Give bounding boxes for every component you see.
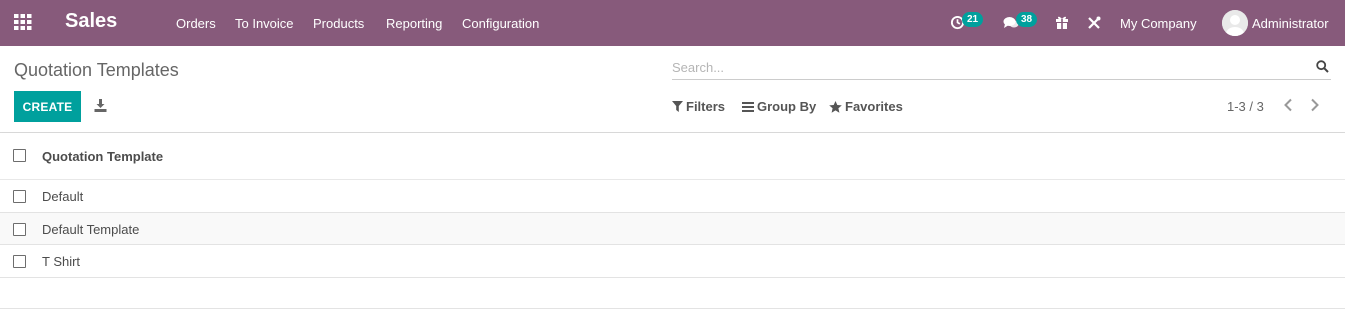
table-row[interactable]: Default Template — [0, 212, 1345, 245]
download-icon[interactable] — [94, 99, 107, 115]
search-icon[interactable] — [1316, 60, 1329, 76]
row-name-cell[interactable]: Default — [42, 189, 83, 204]
messages-count-badge: 38 — [1016, 12, 1038, 27]
gift-icon[interactable] — [1055, 15, 1069, 32]
row-name-cell[interactable]: Default Template — [42, 222, 139, 237]
list-bars-icon — [742, 101, 754, 112]
list-header: Quotation Template — [0, 133, 1345, 180]
row-checkbox[interactable] — [13, 190, 26, 203]
filters-button[interactable]: Filters — [672, 99, 725, 114]
row-checkbox[interactable] — [13, 255, 26, 268]
grid-icon[interactable] — [14, 14, 32, 30]
menu-to-invoice[interactable]: To Invoice — [235, 16, 294, 31]
chevron-right-icon[interactable] — [1309, 98, 1321, 115]
star-icon — [829, 100, 842, 113]
group-by-label: Group By — [757, 99, 817, 114]
activity-count-badge: 21 — [962, 12, 984, 27]
debug-tools-icon[interactable] — [1087, 16, 1101, 33]
pager-value[interactable]: 1-3 / 3 — [1227, 99, 1264, 114]
group-by-button[interactable]: Group By — [742, 99, 816, 114]
company-switcher[interactable]: My Company — [1120, 16, 1197, 31]
search-input[interactable] — [672, 58, 1302, 76]
user-menu[interactable]: Administrator — [1252, 16, 1329, 31]
filters-label: Filters — [686, 99, 726, 114]
page-title: Quotation Templates — [14, 60, 179, 80]
user-avatar[interactable] — [1222, 10, 1248, 36]
app-brand[interactable]: Sales — [65, 10, 117, 33]
filter-funnel-icon — [672, 101, 683, 112]
chevron-left-icon[interactable] — [1282, 98, 1294, 115]
table-row[interactable]: T Shirt — [0, 245, 1345, 278]
menu-reporting[interactable]: Reporting — [386, 16, 442, 31]
row-name-cell[interactable]: T Shirt — [42, 254, 80, 269]
menu-orders[interactable]: Orders — [176, 16, 216, 31]
create-button[interactable]: CREATE — [14, 91, 81, 122]
menu-products[interactable]: Products — [313, 16, 364, 31]
table-row[interactable]: Default — [0, 180, 1345, 213]
main-navbar: Sales Orders To Invoice Products Reporti… — [0, 0, 1345, 46]
menu-configuration[interactable]: Configuration — [462, 16, 539, 31]
select-all-checkbox[interactable] — [13, 149, 26, 162]
list-view: Quotation Template Default Default Templ… — [0, 132, 1345, 278]
row-checkbox[interactable] — [13, 222, 26, 236]
column-header-quotation-template[interactable]: Quotation Template — [42, 149, 163, 164]
favorites-button[interactable]: Favorites — [829, 99, 903, 114]
favorites-label: Favorites — [845, 99, 903, 114]
search-bar — [672, 54, 1331, 80]
